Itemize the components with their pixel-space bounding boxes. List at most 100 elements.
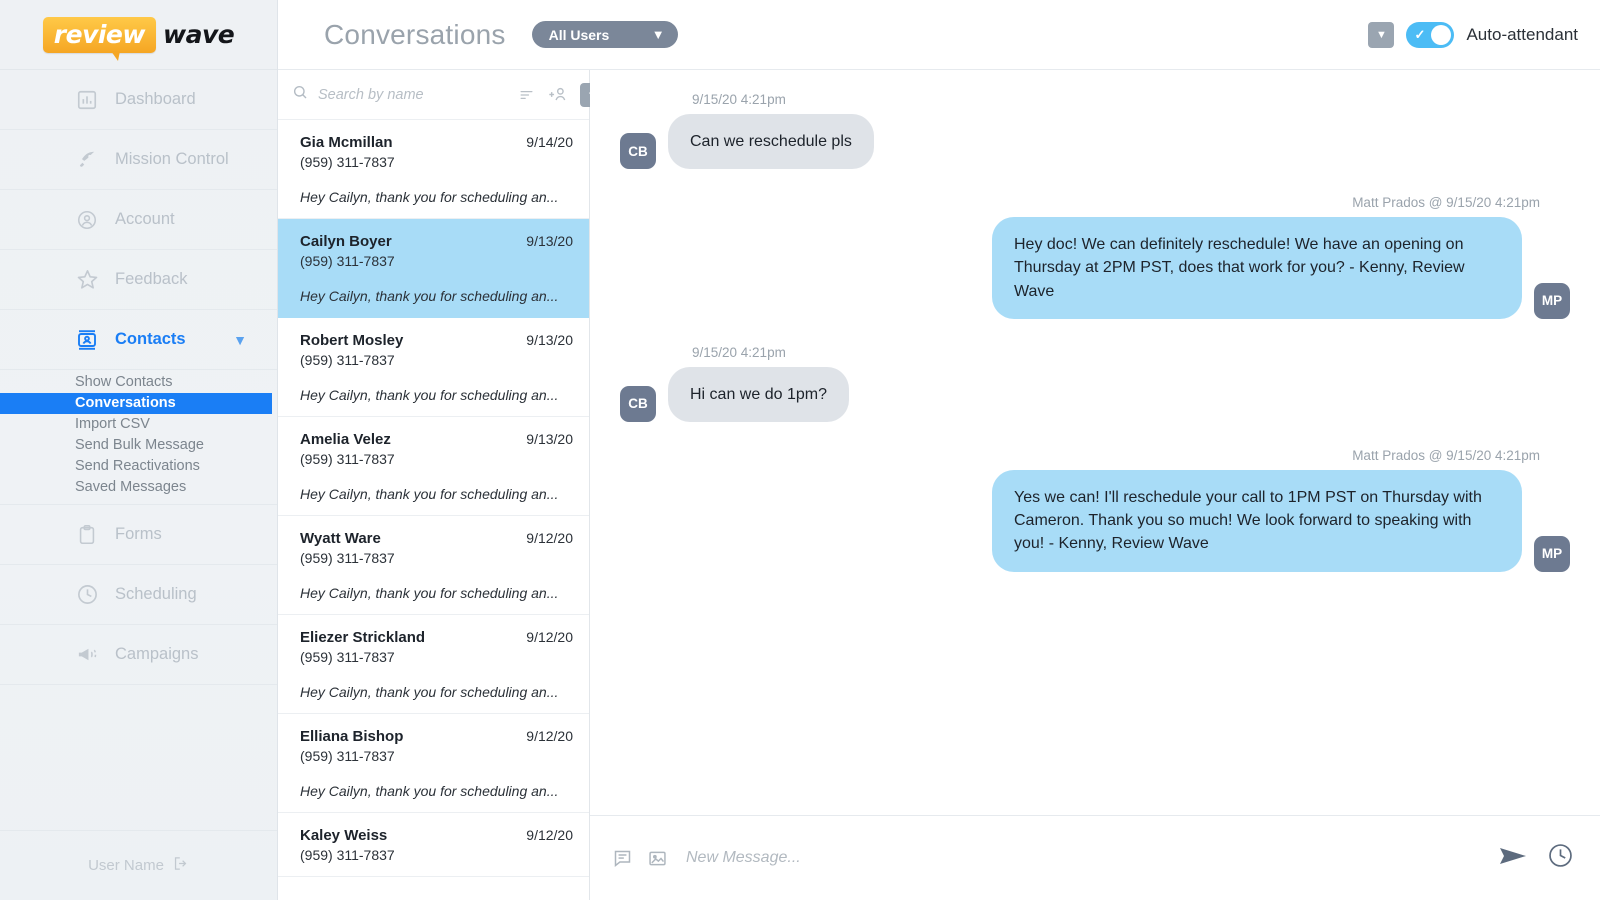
submenu-item-conversations[interactable]: Conversations [0,393,272,414]
contact-phone: (959) 311-7837 [300,550,395,566]
chat-template-icon[interactable] [612,848,633,869]
contact-name: Kaley Weiss [300,827,388,844]
contact-name: Eliezer Strickland [300,629,426,646]
sidebar-item-forms[interactable]: Forms [0,505,277,565]
search-row [278,70,604,120]
user-filter-dropdown[interactable]: All Users ▼ [531,21,678,48]
user-circle-icon [74,207,100,233]
auto-attendant-toggle[interactable]: ✓ [1406,21,1455,48]
contact-name: Elliana Bishop [300,728,404,745]
chat-panel: 9/15/20 4:21pm CB Can we reschedule pls … [590,70,1600,900]
megaphone-icon [74,642,100,668]
list-item[interactable]: Elliana Bishop 9/12/20 (959) 311-7837 He… [278,714,589,813]
image-icon[interactable] [647,848,668,869]
chevron-down-icon: ▼ [651,27,665,42]
contact-preview: Hey Cailyn, thank you for scheduling an.… [300,585,559,601]
toggle-knob [1431,24,1452,45]
avatar: MP [1534,535,1570,572]
list-item[interactable]: Wyatt Ware 9/12/20 (959) 311-7837 Hey Ca… [278,516,589,615]
list-item[interactable]: Gia Mcmillan 9/14/20 (959) 311-7837 Hey … [278,120,589,219]
list-item[interactable]: Amelia Velez 9/13/20 (959) 311-7837 Hey … [278,417,589,516]
message-bubble-outgoing: Yes we can! I'll reschedule your call to… [992,469,1522,572]
top-bar-right: ▼ ✓ Auto-attendant [1368,21,1578,48]
search-input[interactable] [318,86,507,103]
logout-icon[interactable] [172,855,189,876]
contact-phone: (959) 311-7837 [300,352,395,368]
conversation-list[interactable]: Gia Mcmillan 9/14/20 (959) 311-7837 Hey … [278,120,589,900]
main-area: Conversations All Users ▼ ▼ ✓ Auto-atten… [278,0,1600,900]
list-item[interactable]: Cailyn Boyer 9/13/20 (959) 311-7837 Hey … [278,219,589,318]
message-thread: 9/15/20 4:21pm CB Can we reschedule pls … [590,70,1600,815]
logo-secondary-text: wave [162,20,235,49]
clipboard-icon [74,522,100,548]
add-contact-icon[interactable] [547,85,569,104]
submenu-item-send-reactivations[interactable]: Send Reactivations [0,456,277,477]
sidebar-item-contacts[interactable]: Contacts ▼ [0,310,277,370]
message-group: 9/15/20 4:21pm CB Can we reschedule pls [620,92,1570,170]
message-group: 9/15/20 4:21pm CB Hi can we do 1pm? [620,345,1570,422]
submenu-item-import-csv[interactable]: Import CSV [0,414,277,435]
message-group: Matt Prados @ 9/15/20 4:21pm Hey doc! We… [620,195,1570,319]
contact-phone: (959) 311-7837 [300,253,395,269]
contact-name: Cailyn Boyer [300,233,392,250]
user-filter-value: All Users [548,26,610,43]
submenu-item-show-contacts[interactable]: Show Contacts [0,372,277,393]
clock-icon[interactable] [1547,842,1574,874]
sort-icon[interactable] [517,87,536,103]
app-root: review wave Dashboard Mission Control Ac… [0,0,1600,900]
contact-phone: (959) 311-7837 [300,154,395,170]
submenu-item-send-bulk-message[interactable]: Send Bulk Message [0,435,277,456]
content-area: Gia Mcmillan 9/14/20 (959) 311-7837 Hey … [278,70,1600,900]
clock-icon [74,582,100,608]
message-meta: Matt Prados @ 9/15/20 4:21pm [1352,447,1540,463]
download-box-icon[interactable]: ▼ [1368,21,1395,48]
send-icon[interactable] [1499,845,1529,872]
message-meta: 9/15/20 4:21pm [692,344,786,360]
contact-name: Robert Mosley [300,332,404,349]
contact-preview: Hey Cailyn, thank you for scheduling an.… [300,684,559,700]
list-item[interactable]: Kaley Weiss 9/12/20 (959) 311-7837 [278,813,589,877]
list-item[interactable]: Eliezer Strickland 9/12/20 (959) 311-783… [278,615,589,714]
message-bubble-incoming: Hi can we do 1pm? [668,366,849,422]
contact-date: 9/12/20 [526,827,573,843]
conversation-list-panel: Gia Mcmillan 9/14/20 (959) 311-7837 Hey … [278,70,604,900]
logo-badge: review [42,16,156,61]
brand-logo[interactable]: review wave [0,0,277,70]
sidebar-item-dashboard[interactable]: Dashboard [0,70,277,130]
star-icon [74,267,100,293]
sidebar-item-scheduling[interactable]: Scheduling [0,565,277,625]
contact-phone: (959) 311-7837 [300,649,395,665]
contact-preview: Hey Cailyn, thank you for scheduling an.… [300,288,559,304]
sidebar-footer[interactable]: User Name [0,830,277,900]
contact-date: 9/14/20 [526,134,573,150]
sidebar-item-feedback[interactable]: Feedback [0,250,277,310]
new-message-input[interactable] [686,849,1485,867]
message-meta: Matt Prados @ 9/15/20 4:21pm [1352,195,1540,211]
page-title: Conversations [324,18,506,50]
logo-primary-text: review [53,19,146,49]
contact-date: 9/12/20 [526,530,573,546]
chevron-down-icon[interactable]: ▼ [233,332,247,348]
contact-preview: Hey Cailyn, thank you for scheduling an.… [300,189,559,205]
contact-phone: (959) 311-7837 [300,451,395,467]
contact-preview: Hey Cailyn, thank you for scheduling an.… [300,387,559,403]
auto-attendant-label: Auto-attendant [1466,24,1578,44]
avatar: CB [620,133,656,170]
composer-actions [1499,842,1574,874]
contact-date: 9/13/20 [526,431,573,447]
sidebar-item-account[interactable]: Account [0,190,277,250]
submenu-item-saved-messages[interactable]: Saved Messages [0,477,277,498]
avatar: CB [620,385,656,422]
check-icon: ✓ [1414,26,1426,42]
contact-date: 9/12/20 [526,728,573,744]
avatar: MP [1534,282,1570,319]
list-item[interactable]: Robert Mosley 9/13/20 (959) 311-7837 Hey… [278,318,589,417]
sidebar-item-mission-control[interactable]: Mission Control [0,130,277,190]
message-bubble-incoming: Can we reschedule pls [668,114,874,170]
contact-phone: (959) 311-7837 [300,847,395,863]
sidebar-user-name: User Name [88,857,164,874]
sidebar-item-campaigns[interactable]: Campaigns [0,625,277,685]
search-icon [292,84,308,105]
contact-date: 9/12/20 [526,629,573,645]
contact-date: 9/13/20 [526,332,573,348]
